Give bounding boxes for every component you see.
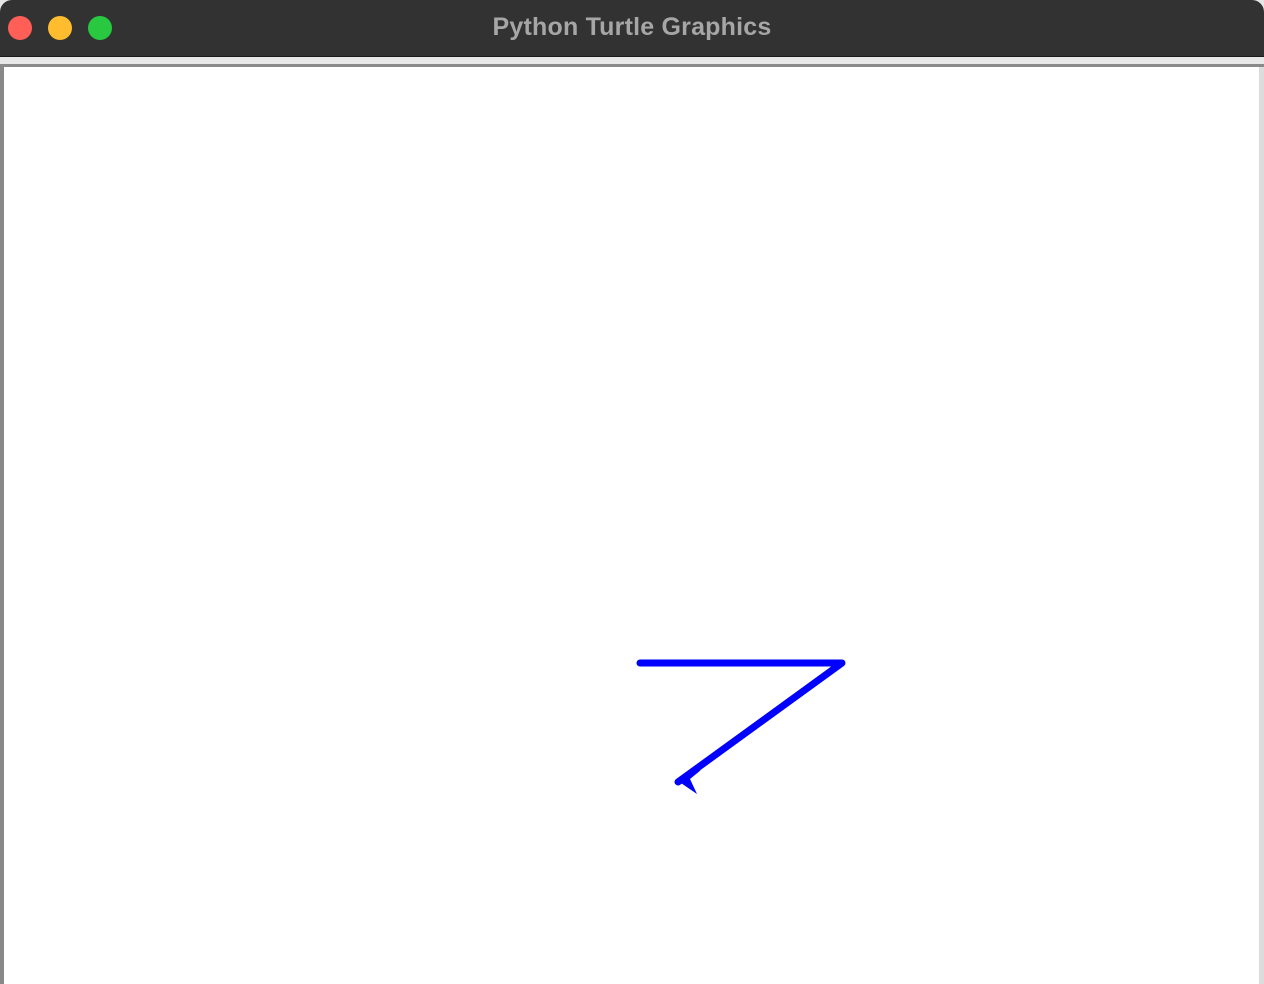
- drawing-surface: [636, 659, 846, 794]
- window-title: Python Turtle Graphics: [492, 13, 772, 41]
- turtle-window: Python Turtle Graphics: [0, 0, 1264, 984]
- turtle-canvas[interactable]: [0, 67, 1264, 984]
- title-bar[interactable]: Python Turtle Graphics: [0, 0, 1264, 57]
- title-separator: [0, 57, 1264, 67]
- turtle-path: [636, 659, 846, 786]
